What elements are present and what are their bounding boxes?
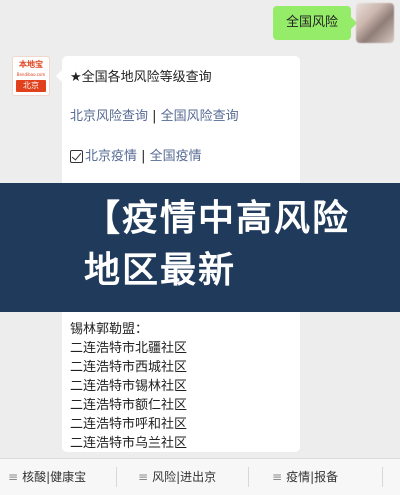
headline-banner: 【疫情中高风险地区最新: [0, 183, 400, 312]
menu-item-label: 核酸|健康宝: [22, 470, 87, 484]
checkbox-icon: [70, 150, 83, 163]
community-item: 二连浩特市西城社区: [70, 360, 188, 375]
card-title: ★全国各地风险等级查询: [70, 70, 212, 85]
community-item: 二连浩特市乌兰社区: [70, 436, 188, 451]
hamburger-icon: ≡: [138, 470, 149, 484]
menu-item-epidemic-report[interactable]: ≡ 疫情|报备: [272, 459, 338, 495]
community-item: 二连浩特市北疆社区: [70, 341, 188, 356]
link-separator: |: [137, 149, 150, 164]
community-item: 二连浩特市呼和社区: [70, 417, 188, 432]
bot-avatar[interactable]: 本地宝 Bendibao.com 北京: [12, 56, 50, 96]
link-separator: |: [148, 109, 161, 124]
beijing-epidemic-link[interactable]: 北京疫情: [85, 149, 137, 164]
user-message-text: 全国风险: [285, 15, 338, 30]
menu-item-risk-travel[interactable]: ≡ 风险|进出京: [138, 459, 216, 495]
menu-divider: [382, 467, 383, 487]
region-heading: 锡林郭勒盟：: [70, 322, 149, 337]
bottom-menu-bar: ≡ 核酸|健康宝 ≡ 风险|进出京 ≡ 疫情|报备: [0, 458, 400, 495]
brand-logo-subtitle: Bendibao.com: [16, 72, 46, 77]
menu-item-label: 疫情|报备: [286, 470, 339, 484]
beijing-risk-link[interactable]: 北京风险查询: [70, 109, 148, 124]
community-item: 二连浩特市额仁社区: [70, 398, 188, 413]
banner-headline: 【疫情中高风险地区最新: [84, 198, 351, 291]
user-message-bubble[interactable]: 全国风险: [273, 6, 357, 40]
national-risk-link[interactable]: 全国风险查询: [161, 109, 239, 124]
hamburger-icon: ≡: [8, 470, 19, 484]
menu-item-label: 风险|进出京: [152, 470, 217, 484]
city-badge: 北京: [16, 80, 46, 92]
risk-links-row: 北京风险查询 | 全国风险查询: [70, 105, 239, 124]
national-epidemic-link[interactable]: 全国疫情: [150, 149, 202, 164]
menu-divider: [116, 467, 117, 487]
hamburger-icon: ≡: [272, 470, 283, 484]
epidemic-links-row: 北京疫情 | 全国疫情: [70, 145, 202, 164]
menu-divider: [248, 467, 249, 487]
menu-item-nucleic-health[interactable]: ≡ 核酸|健康宝: [8, 459, 86, 495]
user-avatar[interactable]: [356, 3, 394, 43]
community-item: 二连浩特市锡林社区: [70, 379, 188, 394]
